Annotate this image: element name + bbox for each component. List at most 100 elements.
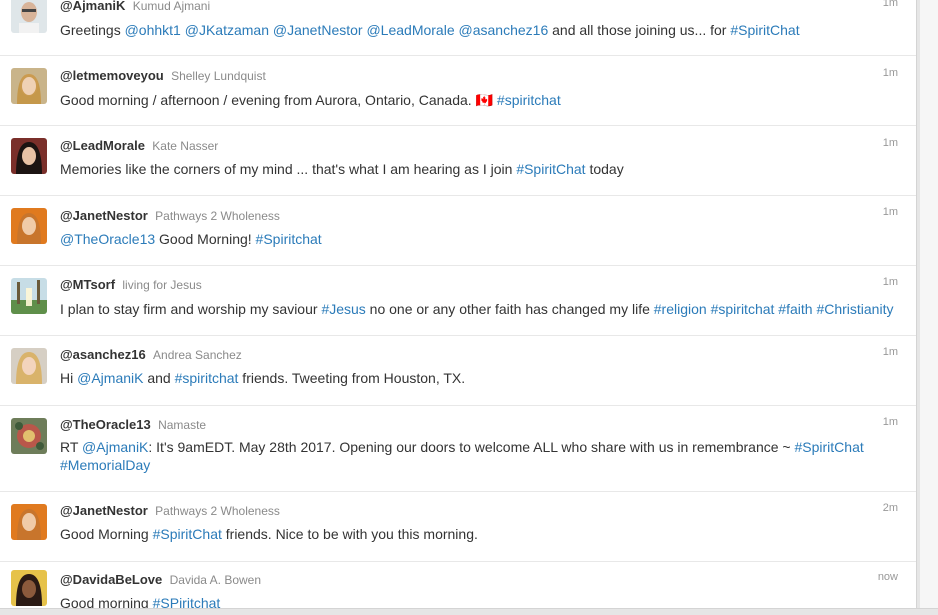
hashtag-link[interactable]: #SpiritChat: [153, 526, 222, 542]
mention-link[interactable]: @AjmaniK: [77, 370, 143, 386]
avatar[interactable]: [11, 504, 47, 540]
tweet-item[interactable]: @DavidaBeLove Davida A. Bowen now Good m…: [0, 562, 916, 614]
mention-link[interactable]: @AjmaniK: [82, 439, 148, 455]
avatar[interactable]: [11, 208, 47, 244]
tweet-handle[interactable]: @AjmaniK: [60, 0, 125, 13]
avatar-image: [11, 138, 47, 174]
tweet-text-segment: friends. Nice to be with you this mornin…: [221, 526, 478, 542]
tweet-text-segment: and: [143, 370, 175, 386]
tweet-text-segment: : It's 9amEDT. May 28th 2017. Opening ou…: [148, 439, 795, 455]
avatar[interactable]: [11, 0, 47, 33]
tweet-fullname[interactable]: Andrea Sanchez: [153, 348, 242, 362]
avatar-image: [11, 0, 47, 33]
tweet-text-segment: today: [585, 161, 624, 177]
tweet-fullname[interactable]: living for Jesus: [122, 278, 201, 292]
avatar[interactable]: [11, 278, 47, 314]
tweet-handle[interactable]: @LeadMorale: [60, 138, 145, 153]
tweet-text-segment: no one or any other faith has changed my…: [365, 301, 654, 317]
hashtag-link[interactable]: #spiritchat: [711, 301, 775, 317]
tweet-handle[interactable]: @DavidaBeLove: [60, 572, 162, 587]
hashtag-link[interactable]: #faith: [778, 301, 812, 317]
tweet-item[interactable]: @JanetNestor Pathways 2 Wholeness 2m Goo…: [0, 492, 916, 562]
avatar-image: [11, 418, 47, 454]
tweet-timestamp[interactable]: 1m: [883, 67, 898, 79]
tweet-timestamp[interactable]: 1m: [883, 416, 898, 428]
tweet-handle[interactable]: @asanchez16: [60, 347, 146, 362]
right-gutter: [920, 0, 938, 614]
avatar[interactable]: [11, 68, 47, 104]
avatar[interactable]: [11, 348, 47, 384]
tweet-fullname[interactable]: Pathways 2 Wholeness: [155, 209, 280, 223]
mention-link[interactable]: @LeadMorale: [366, 22, 454, 38]
tweet-text: Good Morning #SpiritChat friends. Nice t…: [60, 525, 905, 543]
tweet-text-segment: Hi: [60, 370, 78, 386]
tweet-handle[interactable]: @JanetNestor: [60, 503, 148, 518]
tweet-timestamp[interactable]: 1m: [883, 276, 898, 288]
mention-link[interactable]: @JanetNestor: [273, 22, 363, 38]
tweet-text-segment: Greetings: [60, 22, 125, 38]
tweet-text: Memories like the corners of my mind ...…: [60, 160, 905, 178]
hashtag-link[interactable]: #SpiritChat: [730, 22, 799, 38]
tweet-text-segment: and all those joining us... for: [548, 22, 731, 38]
tweet-text-segment: I plan to stay firm and worship my savio…: [60, 301, 322, 317]
tweet-fullname[interactable]: Namaste: [158, 418, 206, 432]
tweet-item[interactable]: @AjmaniK Kumud Ajmani 1m Greetings @ohhk…: [0, 0, 916, 56]
tweet-text-segment: Good Morning!: [155, 231, 256, 247]
avatar-image: [11, 348, 47, 384]
mention-link[interactable]: @ohhkt1: [125, 22, 181, 38]
tweet-handle[interactable]: @letmemoveyou: [60, 68, 164, 83]
tweet-item[interactable]: @letmemoveyou Shelley Lundquist 1m Good …: [0, 56, 916, 126]
hashtag-link[interactable]: #Spiritchat: [256, 231, 322, 247]
hashtag-link[interactable]: #religion: [654, 301, 707, 317]
tweet-text-segment: Good morning / afternoon / evening from …: [60, 92, 497, 108]
mention-link[interactable]: @TheOracle13: [60, 231, 155, 247]
tweet-item[interactable]: @MTsorf living for Jesus 1m I plan to st…: [0, 266, 916, 336]
avatar-image: [11, 208, 47, 244]
tweet-item[interactable]: @asanchez16 Andrea Sanchez 1m Hi @Ajmani…: [0, 336, 916, 406]
avatar[interactable]: [11, 570, 47, 606]
avatar-image: [11, 570, 47, 606]
avatar-image: [11, 278, 47, 314]
tweet-text-segment: RT: [60, 439, 83, 455]
tweet-text: @TheOracle13 Good Morning! #Spiritchat: [60, 230, 905, 248]
tweet-fullname[interactable]: Shelley Lundquist: [171, 69, 266, 83]
tweet-timestamp[interactable]: now: [878, 571, 898, 583]
avatar[interactable]: [11, 138, 47, 174]
tweet-timestamp[interactable]: 2m: [883, 502, 898, 514]
hashtag-link[interactable]: #SpiritChat: [794, 439, 863, 455]
mention-link[interactable]: @JKatzaman: [185, 22, 269, 38]
tweet-text: I plan to stay firm and worship my savio…: [60, 300, 905, 318]
hashtag-link[interactable]: #Jesus: [321, 301, 365, 317]
tweet-item[interactable]: @LeadMorale Kate Nasser 1m Memories like…: [0, 126, 916, 196]
tweet-text-segment: Memories like the corners of my mind ...…: [60, 161, 517, 177]
tweet-fullname[interactable]: Kumud Ajmani: [133, 0, 210, 13]
hashtag-link[interactable]: #Christianity: [816, 301, 893, 317]
tweet-handle[interactable]: @MTsorf: [60, 277, 115, 292]
tweet-text: RT @AjmaniK: It's 9amEDT. May 28th 2017.…: [60, 438, 905, 474]
tweet-text: Greetings @ohhkt1 @JKatzaman @JanetNesto…: [60, 21, 905, 39]
tweet-timestamp[interactable]: 1m: [883, 206, 898, 218]
tweet-timestamp[interactable]: 1m: [883, 346, 898, 358]
tweet-handle[interactable]: @TheOracle13: [60, 417, 151, 432]
tweet-text: Hi @AjmaniK and #spiritchat friends. Twe…: [60, 369, 905, 387]
tweet-item[interactable]: @JanetNestor Pathways 2 Wholeness 1m @Th…: [0, 196, 916, 266]
tweet-timestamp[interactable]: 1m: [883, 0, 898, 9]
tweet-item[interactable]: @TheOracle13 Namaste 1m RT @AjmaniK: It'…: [0, 406, 916, 492]
tweet-handle[interactable]: @JanetNestor: [60, 208, 148, 223]
hashtag-link[interactable]: #SpiritChat: [516, 161, 585, 177]
hashtag-link[interactable]: #spiritchat: [175, 370, 239, 386]
avatar-image: [11, 504, 47, 540]
tweet-fullname[interactable]: Kate Nasser: [152, 139, 218, 153]
tweet-fullname[interactable]: Pathways 2 Wholeness: [155, 504, 280, 518]
tweet-fullname[interactable]: Davida A. Bowen: [170, 573, 261, 587]
tweet-text: Good morning / afternoon / evening from …: [60, 91, 905, 109]
tweet-stream: @AjmaniK Kumud Ajmani 1m Greetings @ohhk…: [0, 0, 916, 614]
tweet-text-segment: Good Morning: [60, 526, 153, 542]
tweet-timestamp[interactable]: 1m: [883, 137, 898, 149]
mention-link[interactable]: @asanchez16: [459, 22, 549, 38]
hashtag-link[interactable]: #spiritchat: [497, 92, 561, 108]
hashtag-link[interactable]: #MemorialDay: [60, 457, 150, 473]
avatar-image: [11, 68, 47, 104]
avatar[interactable]: [11, 418, 47, 454]
tweet-text-segment: friends. Tweeting from Houston, TX.: [238, 370, 466, 386]
